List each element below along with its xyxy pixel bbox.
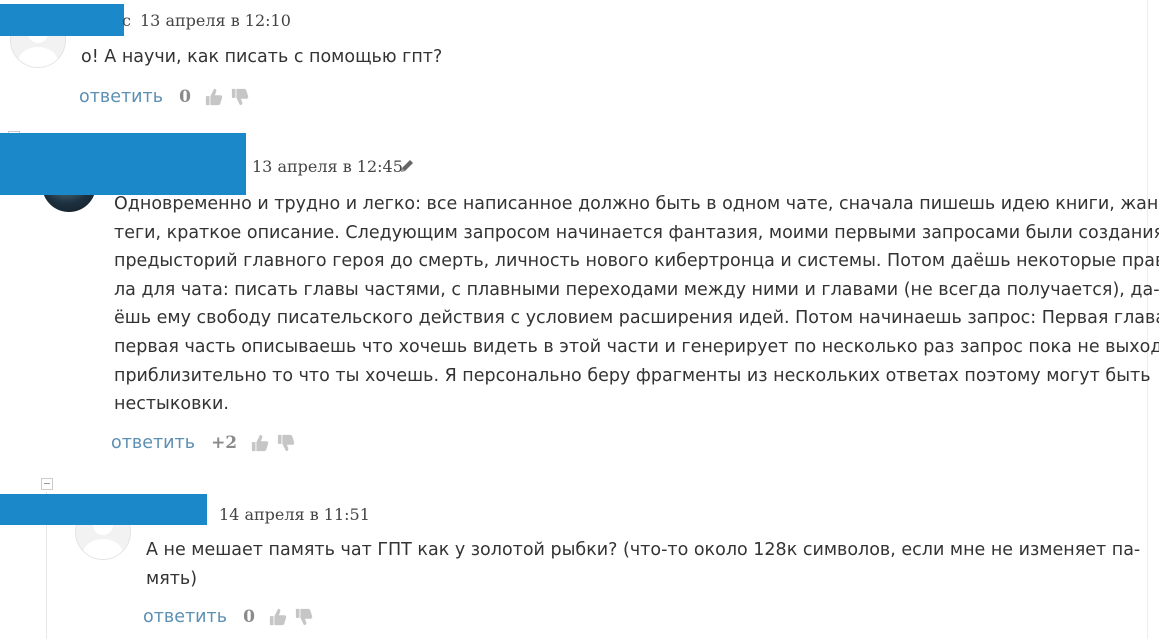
comment-text: Одновременно и трудно и легко: все напис… [114,190,1159,419]
thumbs-up-icon[interactable] [205,88,223,106]
text-line: предысторий главного героя до смерть, ли… [114,251,1159,272]
comment-text: о! А научи, как писать с помощью гпт? [81,47,443,67]
text-line: теги, краткое описание. Следующим запрос… [114,222,1159,243]
comment-text: А не мешает память чат ГПТ как у золотой… [146,536,1141,593]
comment-date[interactable]: 13 апреля в 12:10 [140,11,291,30]
comment-actions: ответить 0 [143,605,321,629]
comment-actions: ответить 0 [79,85,257,109]
redacted-author-name [0,133,246,195]
text-line: Одновременно и трудно и легко: все напис… [114,194,1159,214]
thumbs-down-icon[interactable] [231,88,249,106]
text-line: приблизительно то что ты хочешь. Я персо… [114,365,1151,386]
reply-link[interactable]: ответить [143,607,227,627]
thumbs-down-icon[interactable] [277,434,295,452]
thumbs-up-icon[interactable] [269,608,287,626]
redacted-author-name [0,4,124,36]
thumbs-down-icon[interactable] [295,608,313,626]
text-line: А не мешает память чат ГПТ как у золотой… [146,540,1141,560]
reply-link[interactable]: ответить [79,87,163,107]
vote-score: 0 [179,87,191,107]
thumbs-up-icon[interactable] [251,434,269,452]
author-tail: с [122,11,131,30]
pencil-icon [401,160,413,172]
text-line: ёшь ему свободу писательского действия с… [114,308,1159,329]
text-line: мять) [146,568,198,589]
text-line: ла для чата: писать главы частями, с пла… [114,279,1159,300]
vote-score: 0 [243,607,255,627]
comment-actions: ответить +2 [111,431,303,455]
collapse-toggle-icon[interactable] [41,478,53,490]
text-line: первая часть описываешь что хочешь видет… [114,336,1159,357]
text-line: нестыковки. [114,394,229,415]
reply-link[interactable]: ответить [111,433,195,453]
redacted-author-name [0,494,207,525]
comment-date[interactable]: 14 апреля в 11:51 [219,505,370,524]
comment-date[interactable]: 13 апреля в 12:45 [252,157,403,176]
vote-score: +2 [211,433,238,453]
